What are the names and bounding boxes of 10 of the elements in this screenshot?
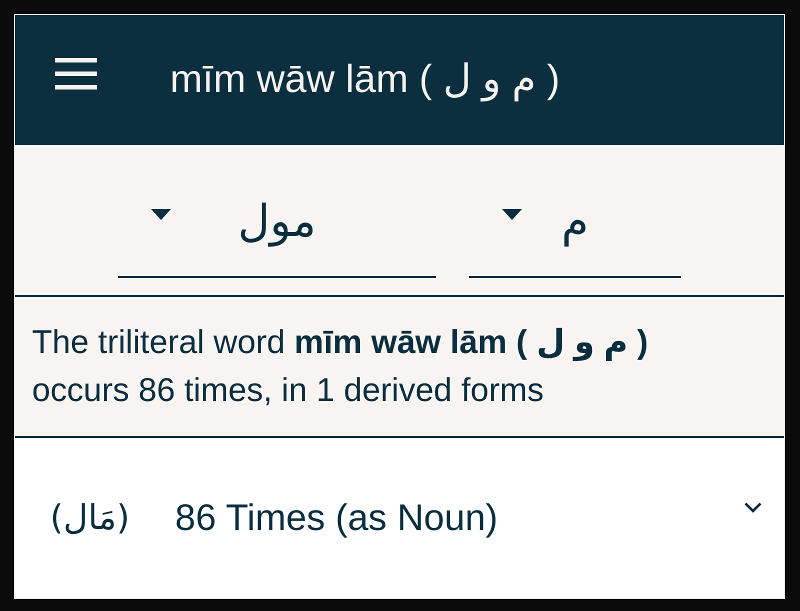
root-dropdown[interactable]: مول bbox=[118, 186, 436, 278]
form-label: 86 Times (as Noun) bbox=[175, 497, 498, 539]
arabic-form: (مَال) bbox=[50, 498, 130, 538]
caret-icon bbox=[502, 208, 522, 220]
menu-icon bbox=[55, 56, 97, 92]
root-dropdown[interactable]: م bbox=[469, 186, 681, 278]
chevron-icon[interactable] bbox=[744, 502, 762, 512]
menu-button[interactable] bbox=[55, 56, 97, 92]
caret-icon bbox=[151, 208, 171, 220]
app-title: mīm wāw lām ( م و ل ) bbox=[170, 56, 560, 104]
